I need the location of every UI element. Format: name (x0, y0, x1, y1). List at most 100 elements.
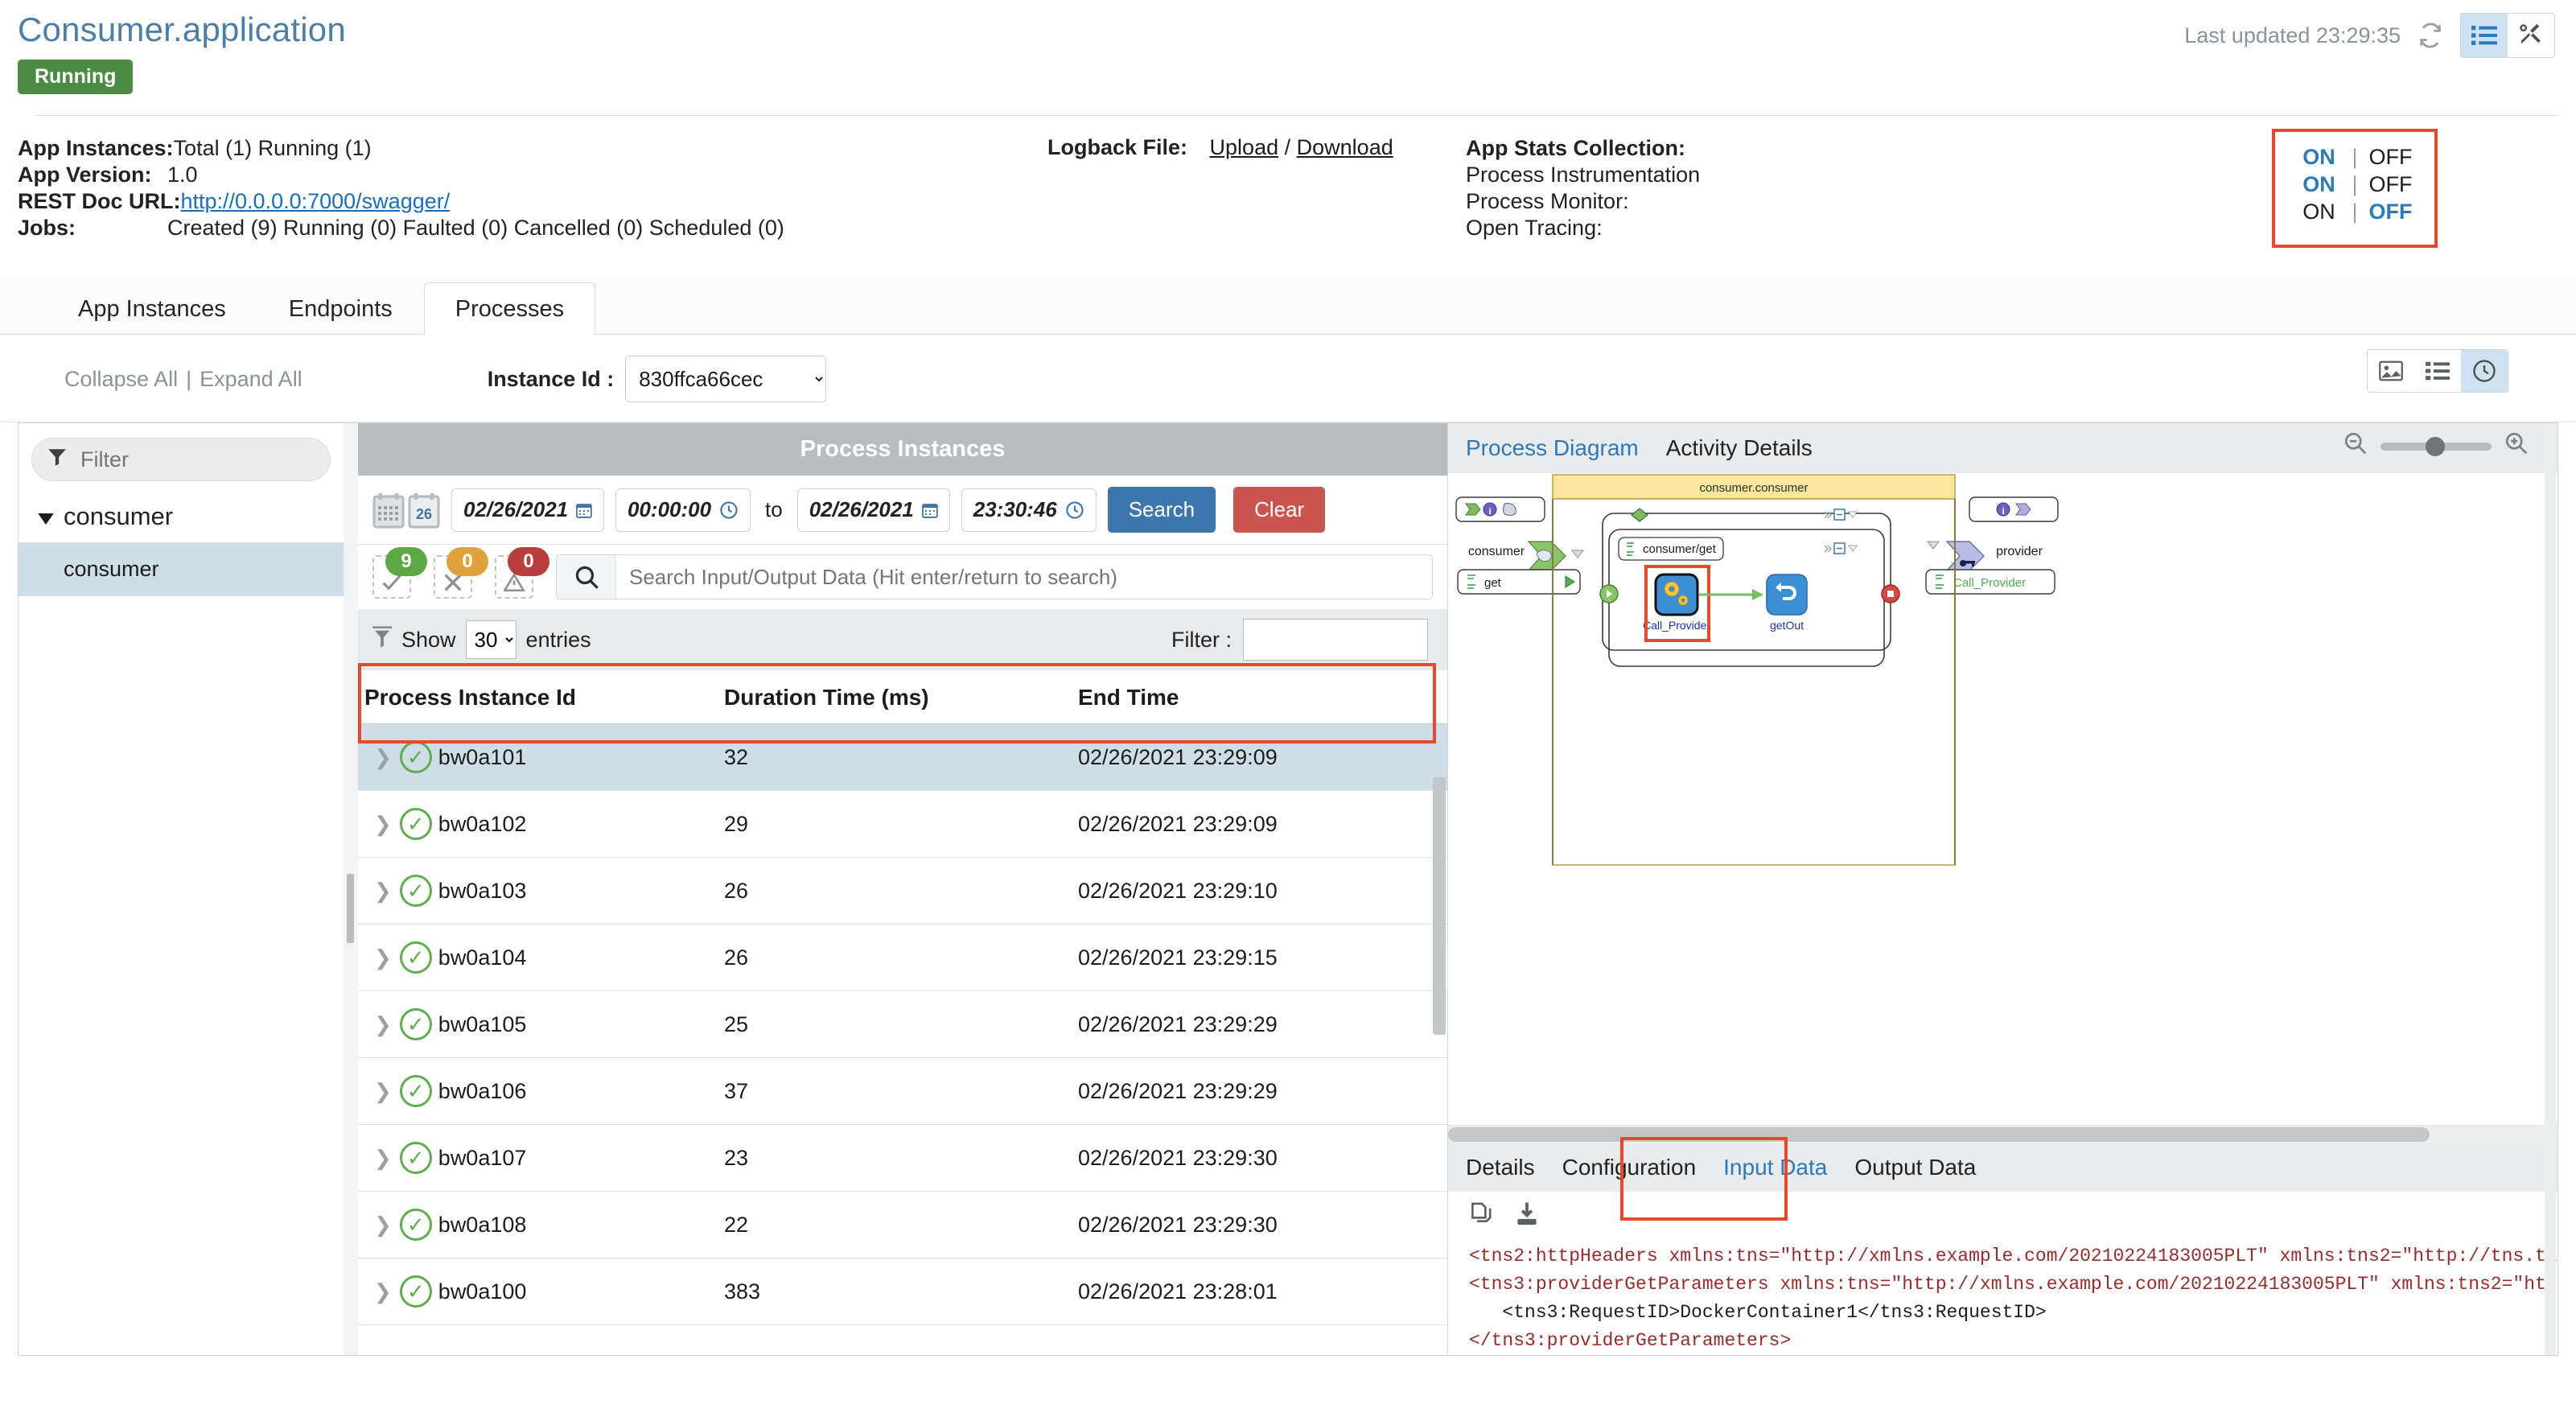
refresh-icon[interactable] (2417, 22, 2444, 49)
table-row[interactable]: ❯ ✓ bw0a102 29 02/26/2021 23:29:09 (358, 790, 1447, 859)
process-instrumentation-off[interactable]: OFF (2366, 145, 2416, 170)
tab-process-diagram[interactable]: Process Diagram (1466, 435, 1666, 461)
calendar-icon[interactable]: 26 (372, 492, 440, 529)
clear-button[interactable]: Clear (1233, 487, 1326, 533)
expand-row-icon[interactable]: ❯ (364, 1012, 400, 1037)
svg-text:provider: provider (1996, 545, 2043, 558)
toggle-divider: | (2352, 199, 2358, 224)
zoom-out-icon[interactable] (2344, 431, 2368, 461)
logback-upload-link[interactable]: Upload (1210, 135, 1279, 159)
logback-label: Logback File: (1047, 135, 1188, 160)
row-duration: 383 (724, 1258, 1078, 1326)
open-tracing-off[interactable]: OFF (2366, 200, 2416, 224)
entries-select[interactable]: 30 (465, 620, 516, 660)
io-search-box[interactable] (556, 554, 1433, 600)
tools-icon[interactable] (2508, 14, 2554, 57)
table-row[interactable]: ❯ ✓ bw0a105 25 02/26/2021 23:29:29 (358, 991, 1447, 1059)
diagram-horizontal-scrollbar[interactable] (1448, 1126, 2557, 1144)
table-row[interactable]: ❯ ✓ bw0a106 37 02/26/2021 23:29:29 (358, 1057, 1447, 1126)
instance-id-select[interactable]: 830ffca66cec (625, 356, 827, 403)
sidebar-filter-input[interactable] (79, 446, 315, 473)
chevron-down-icon[interactable] (38, 502, 54, 531)
row-status-ok-icon: ✓ (399, 1209, 432, 1242)
tree-item-consumer[interactable]: consumer (19, 542, 344, 597)
table-row[interactable]: ❯ ✓ bw0a103 26 02/26/2021 23:29:10 (358, 857, 1447, 925)
detail-vertical-scrollbar[interactable] (2545, 423, 2556, 1356)
logback-download-link[interactable]: Download (1297, 135, 1393, 159)
tab-configuration[interactable]: Configuration (1562, 1155, 1724, 1180)
clock-view-icon[interactable] (2461, 350, 2508, 393)
completed-count: 9 (385, 547, 427, 577)
zoom-in-icon[interactable] (2504, 431, 2529, 461)
tab-app-instances[interactable]: App Instances (47, 282, 257, 335)
process-monitor-toggle[interactable]: ON | OFF (2275, 171, 2434, 198)
table-row[interactable]: ❯ ✓ bw0a101 32 02/26/2021 23:29:09 (358, 723, 1447, 792)
table-row[interactable]: ❯ ✓ bw0a107 23 02/26/2021 23:29:30 (358, 1124, 1447, 1192)
list-view-icon[interactable] (2461, 14, 2508, 57)
process-instrumentation-on[interactable]: ON (2294, 145, 2344, 170)
io-search-input[interactable] (616, 564, 1432, 590)
sidebar-resize-handle[interactable] (344, 422, 358, 1357)
date-to-field[interactable]: 02/26/2021 (796, 488, 950, 532)
open-tracing-toggle[interactable]: ON | OFF (2275, 198, 2434, 225)
zoom-slider[interactable] (2381, 436, 2492, 456)
header-view-toggle[interactable] (2460, 13, 2555, 58)
process-instrumentation-toggle[interactable]: ON | OFF (2275, 143, 2434, 171)
expand-all-link[interactable]: Expand All (200, 367, 302, 392)
open-tracing-on[interactable]: ON (2294, 200, 2344, 224)
column-header-end-time[interactable]: End Time (1078, 670, 1447, 725)
process-diagram-canvas[interactable]: consumer.consumer i consumer get consume… (1448, 473, 2557, 1126)
entries-label: entries (525, 627, 591, 652)
list-view-icon[interactable] (2414, 350, 2461, 392)
sidebar-filter-box[interactable] (31, 438, 331, 482)
process-view-toggle[interactable] (2367, 349, 2508, 393)
column-filter-icon[interactable] (372, 625, 392, 655)
column-header-process-instance-id[interactable]: Process Instance Id (358, 670, 724, 725)
table-row[interactable]: ❯ ✓ bw0a108 22 02/26/2021 23:29:30 (358, 1191, 1447, 1259)
expand-row-icon[interactable]: ❯ (364, 1279, 400, 1304)
search-button[interactable]: Search (1107, 487, 1216, 533)
table-row[interactable]: ❯ ✓ bw0a104 26 02/26/2021 23:29:15 (358, 924, 1447, 992)
process-monitor-off[interactable]: OFF (2366, 172, 2416, 197)
completed-filter[interactable]: 9 (372, 547, 427, 599)
time-from-field[interactable]: 00:00:00 (615, 488, 751, 532)
collapse-all-link[interactable]: Collapse All (64, 367, 178, 392)
column-header-duration-time[interactable]: Duration Time (ms) (724, 670, 1078, 725)
rest-doc-url-label: REST Doc URL: (18, 189, 181, 214)
jobs-row: Jobs: Created (9) Running (0) Faulted (0… (18, 215, 1047, 241)
image-view-icon[interactable] (2368, 350, 2414, 392)
tab-details[interactable]: Details (1466, 1155, 1562, 1180)
copy-icon[interactable] (1469, 1201, 1495, 1233)
expand-row-icon[interactable]: ❯ (364, 879, 400, 904)
faulted-filter[interactable]: 0 (495, 547, 549, 599)
cancelled-filter[interactable]: 0 (434, 547, 488, 599)
expand-row-icon[interactable]: ❯ (364, 1079, 400, 1104)
cancelled-count: 0 (446, 547, 488, 577)
tab-processes[interactable]: Processes (423, 282, 596, 336)
expand-row-icon[interactable]: ❯ (364, 745, 400, 770)
download-icon[interactable] (1514, 1201, 1540, 1233)
tab-output-data[interactable]: Output Data (1854, 1155, 2003, 1180)
diagram-zoom-control[interactable] (2344, 431, 2529, 461)
expand-row-icon[interactable]: ❯ (364, 945, 400, 970)
tab-input-data[interactable]: Input Data (1723, 1155, 1854, 1180)
table-vertical-scrollbar[interactable] (1433, 777, 1446, 1036)
tab-endpoints[interactable]: Endpoints (257, 282, 424, 335)
time-to-field[interactable]: 23:30:46 (961, 488, 1097, 532)
date-from-field[interactable]: 02/26/2021 (451, 488, 604, 532)
table-filter-input[interactable] (1243, 619, 1428, 661)
tree-root-consumer[interactable]: consumer (19, 489, 344, 542)
diagram-horizontal-scroll-thumb[interactable] (1448, 1127, 2430, 1143)
rest-doc-url-link[interactable]: http://0.0.0.0:7000/swagger/ (181, 188, 451, 215)
process-monitor-on[interactable]: ON (2294, 172, 2344, 197)
table-row[interactable]: ❯ ✓ bw0a100 383 02/26/2021 23:28:01 (358, 1258, 1447, 1326)
zoom-slider-handle[interactable] (2426, 436, 2445, 456)
expand-row-icon[interactable]: ❯ (364, 812, 400, 837)
expand-row-icon[interactable]: ❯ (364, 1213, 400, 1238)
xml-content[interactable]: <tns2:httpHeaders xmlns:tns="http://xmln… (1448, 1238, 2557, 1355)
tab-activity-details[interactable]: Activity Details (1666, 435, 1840, 461)
show-label: Show (401, 627, 456, 652)
diagram-pane: ❮ Process Diagram Activity Details (1446, 423, 2557, 1356)
expand-row-icon[interactable]: ❯ (364, 1146, 400, 1171)
status-filter-row: 9 0 0 (358, 545, 1447, 609)
